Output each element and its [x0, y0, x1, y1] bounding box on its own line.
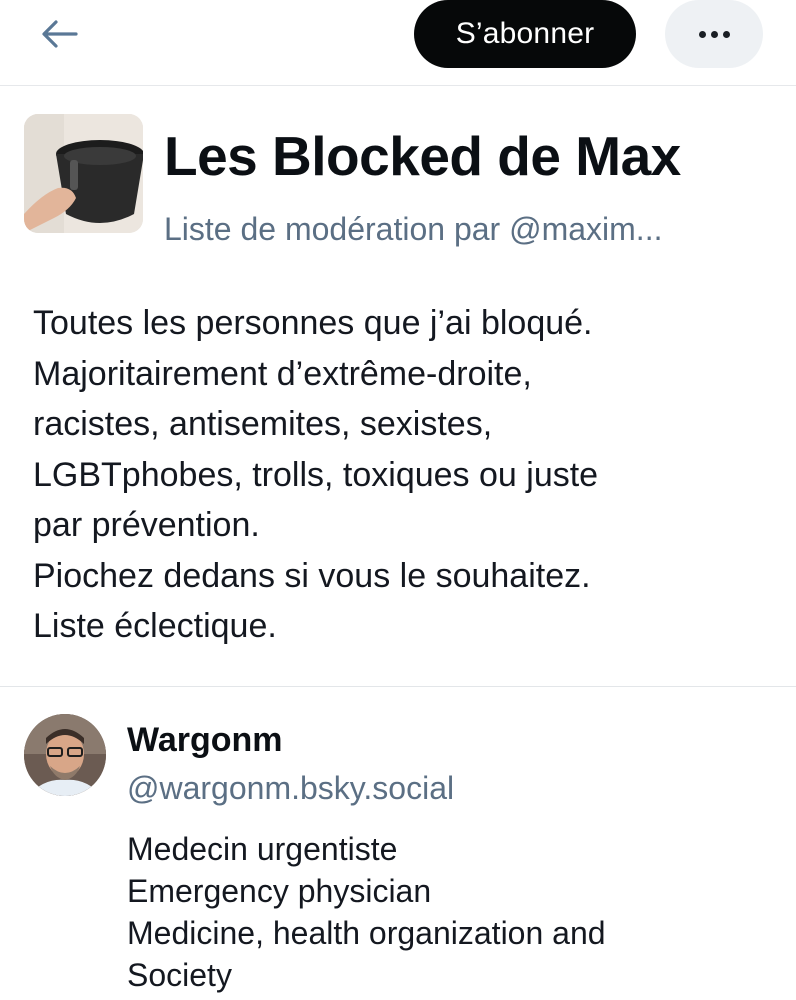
description-line: Liste éclectique.	[33, 607, 277, 645]
bio-line: Medecin urgentiste	[127, 831, 398, 867]
member-handle[interactable]: @wargonm.bsky.social	[127, 766, 454, 810]
top-bar: S’abonner	[0, 0, 796, 86]
member-bio: Medecin urgentiste Emergency physician M…	[127, 828, 767, 996]
list-page: S’abonner Les Blocked de Max Liste de mo…	[0, 0, 796, 1000]
description-line: Toutes les personnes que j’ai bloqué.	[33, 304, 593, 342]
arrow-left-icon	[42, 20, 78, 48]
subscribe-button[interactable]: S’abonner	[414, 0, 636, 68]
bio-line: Emergency physician	[127, 873, 432, 909]
list-title: Les Blocked de Max	[164, 125, 681, 187]
back-button[interactable]	[36, 12, 84, 56]
more-options-button[interactable]	[665, 0, 763, 68]
member-name[interactable]: Wargonm	[127, 718, 283, 762]
description-line: Majoritairement d’extrême-droite,	[33, 354, 532, 393]
ellipsis-icon	[698, 30, 730, 38]
bio-line: Medicine, health organization and	[127, 915, 606, 951]
description-line: Piochez dedans si vous le souhaitez.	[33, 556, 591, 595]
list-description: Toutes les personnes que j’ai bloqué. Ma…	[33, 298, 773, 652]
subscribe-button-label: S’abonner	[455, 17, 595, 50]
bio-line: Society	[127, 957, 232, 993]
description-line: LGBTphobes, trolls, toxiques ou juste	[33, 455, 599, 494]
divider	[0, 686, 796, 687]
description-line: racistes, antisemites, sexistes,	[33, 405, 493, 443]
list-subtitle[interactable]: Liste de modération par @maxim...	[164, 206, 784, 252]
list-avatar	[24, 114, 143, 233]
avatar[interactable]	[24, 714, 106, 796]
description-line: par prévention.	[33, 506, 260, 544]
